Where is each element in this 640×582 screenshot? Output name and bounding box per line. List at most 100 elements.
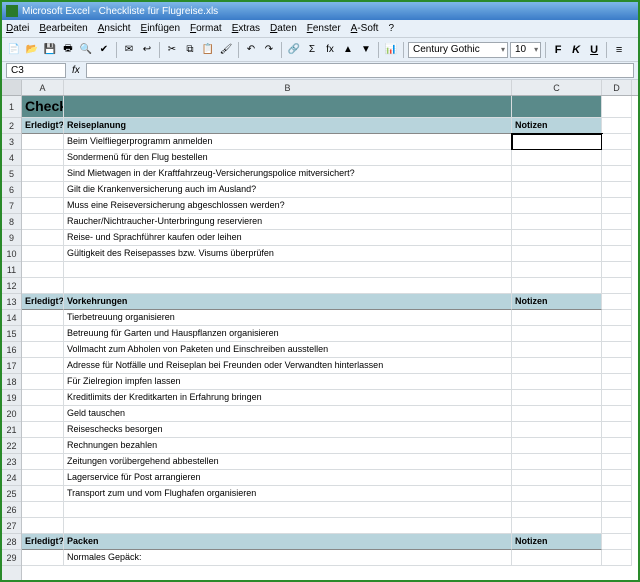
done-cell[interactable]	[22, 550, 64, 566]
done-cell[interactable]	[22, 486, 64, 502]
row-header[interactable]: 27	[2, 518, 21, 534]
menu-edit[interactable]: Bearbeiten	[39, 23, 87, 34]
notes-cell[interactable]	[512, 470, 602, 486]
checklist-item[interactable]: Geld tauschen	[64, 406, 512, 422]
row-header[interactable]: 15	[2, 326, 21, 342]
notes-cell[interactable]	[512, 326, 602, 342]
align-left-button[interactable]: ≡	[611, 42, 627, 58]
sum-icon[interactable]: Σ	[304, 42, 320, 58]
notes-cell[interactable]	[512, 310, 602, 326]
checklist-item[interactable]: Rechnungen bezahlen	[64, 438, 512, 454]
link-icon[interactable]: 🔗	[286, 42, 302, 58]
font-size-select[interactable]: 10	[510, 42, 541, 58]
menu-window[interactable]: Fenster	[307, 23, 341, 34]
cell[interactable]	[512, 278, 602, 294]
select-all-corner[interactable]	[2, 80, 21, 96]
checklist-item[interactable]: Tierbetreuung organisieren	[64, 310, 512, 326]
fx-icon[interactable]: fx	[322, 42, 338, 58]
cell[interactable]	[602, 470, 632, 486]
cell[interactable]	[602, 502, 632, 518]
notes-cell[interactable]	[512, 374, 602, 390]
cell[interactable]	[602, 310, 632, 326]
col-header-c[interactable]: C	[512, 80, 602, 95]
col-header-a[interactable]: A	[22, 80, 64, 95]
formula-input[interactable]	[86, 63, 634, 78]
new-icon[interactable]: 📄	[6, 42, 22, 58]
cell[interactable]	[602, 150, 632, 166]
format-painter-icon[interactable]: 🖌	[218, 42, 234, 58]
row-header[interactable]: 2	[2, 118, 21, 134]
cell[interactable]	[602, 374, 632, 390]
redo-icon[interactable]: ↷	[261, 42, 277, 58]
notes-cell[interactable]	[512, 166, 602, 182]
sort-asc-icon[interactable]: ▲	[340, 42, 356, 58]
cell[interactable]	[602, 198, 632, 214]
cell[interactable]	[602, 454, 632, 470]
done-cell[interactable]	[22, 374, 64, 390]
row-header[interactable]: 29	[2, 550, 21, 566]
notes-cell[interactable]	[512, 182, 602, 198]
checklist-item[interactable]: Zeitungen vorübergehend abbestellen	[64, 454, 512, 470]
cell[interactable]	[602, 262, 632, 278]
undo-icon[interactable]: ↶	[243, 42, 259, 58]
notes-cell[interactable]	[512, 230, 602, 246]
done-cell[interactable]	[22, 310, 64, 326]
done-cell[interactable]	[22, 422, 64, 438]
row-header[interactable]: 18	[2, 374, 21, 390]
copy-icon[interactable]: ⧉	[182, 42, 198, 58]
checklist-item[interactable]: Lagerservice für Post arrangieren	[64, 470, 512, 486]
checklist-item[interactable]: Kreditlimits der Kreditkarten in Erfahru…	[64, 390, 512, 406]
row-header[interactable]: 10	[2, 246, 21, 262]
cell[interactable]	[602, 486, 632, 502]
cell[interactable]	[512, 518, 602, 534]
cell[interactable]	[64, 96, 512, 118]
cell[interactable]	[22, 502, 64, 518]
done-cell[interactable]	[22, 182, 64, 198]
menu-insert[interactable]: Einfügen	[141, 23, 180, 34]
row-header[interactable]: 8	[2, 214, 21, 230]
header-erledigt[interactable]: Erledigt?	[22, 294, 64, 310]
section-header[interactable]: Vorkehrungen	[64, 294, 512, 310]
mail-icon[interactable]: ✉	[121, 42, 137, 58]
checklist-item[interactable]: Reiseschecks besorgen	[64, 422, 512, 438]
checklist-item[interactable]: Beim Vielfliegerprogramm anmelden	[64, 134, 512, 150]
cell[interactable]	[22, 518, 64, 534]
done-cell[interactable]	[22, 150, 64, 166]
bold-button[interactable]: F	[550, 42, 566, 58]
header-erledigt[interactable]: Erledigt?	[22, 534, 64, 550]
cell[interactable]	[64, 502, 512, 518]
menu-asoft[interactable]: A-Soft	[351, 23, 379, 34]
row-header[interactable]: 1	[2, 96, 21, 118]
notes-cell[interactable]	[512, 422, 602, 438]
cell[interactable]	[602, 342, 632, 358]
cell[interactable]	[602, 166, 632, 182]
notes-cell[interactable]	[512, 246, 602, 262]
underline-button[interactable]: U	[586, 42, 602, 58]
checklist-item[interactable]: Sondermenü für den Flug bestellen	[64, 150, 512, 166]
cell[interactable]	[602, 358, 632, 374]
row-header[interactable]: 9	[2, 230, 21, 246]
notes-cell[interactable]	[512, 550, 602, 566]
row-header[interactable]: 13	[2, 294, 21, 310]
row-header[interactable]: 23	[2, 454, 21, 470]
row-header[interactable]: 28	[2, 534, 21, 550]
cell[interactable]	[602, 294, 632, 310]
notes-cell[interactable]	[512, 150, 602, 166]
checklist-item[interactable]: Raucher/Nichtraucher-Unterbringung reser…	[64, 214, 512, 230]
notes-cell[interactable]	[512, 406, 602, 422]
header-notizen[interactable]: Notizen	[512, 294, 602, 310]
notes-cell[interactable]	[512, 358, 602, 374]
cell[interactable]	[602, 422, 632, 438]
notes-cell[interactable]	[512, 454, 602, 470]
header-notizen[interactable]: Notizen	[512, 118, 602, 134]
done-cell[interactable]	[22, 358, 64, 374]
checklist-item[interactable]: Betreuung für Garten und Hauspflanzen or…	[64, 326, 512, 342]
done-cell[interactable]	[22, 406, 64, 422]
cell[interactable]	[602, 390, 632, 406]
row-header[interactable]: 24	[2, 470, 21, 486]
cell[interactable]	[602, 96, 632, 118]
row-header[interactable]: 14	[2, 310, 21, 326]
done-cell[interactable]	[22, 246, 64, 262]
cell[interactable]	[512, 96, 602, 118]
notes-cell[interactable]	[512, 134, 602, 150]
